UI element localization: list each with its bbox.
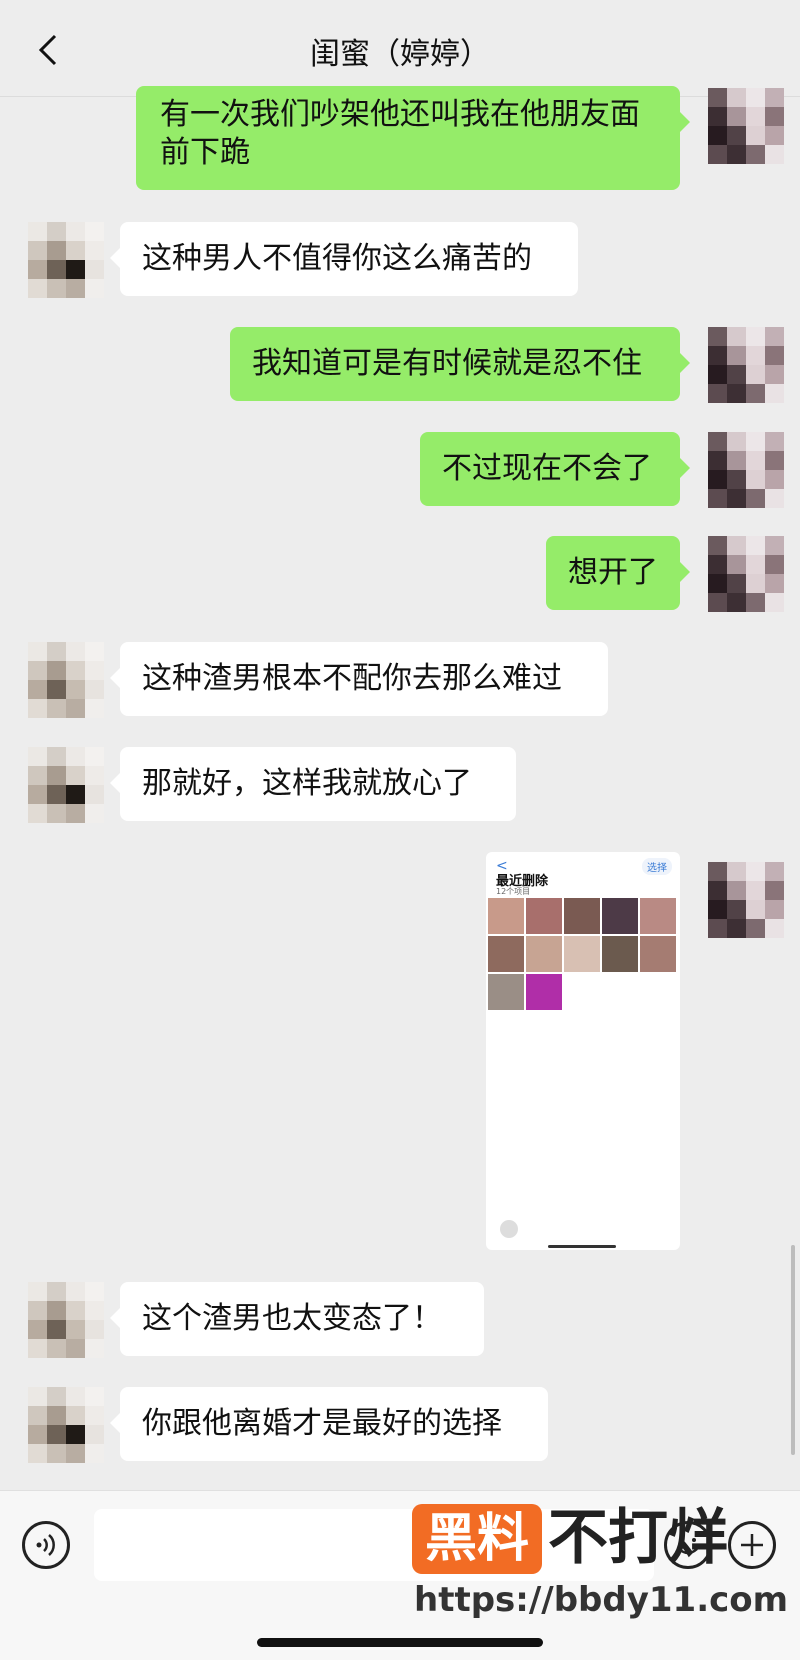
mini-circle-icon xyxy=(500,1220,518,1238)
message-text: 不过现在不会了 xyxy=(442,451,652,486)
watermark-url: https://bbdy11.com xyxy=(414,1580,789,1620)
message-text: 这个渣男也太变态了！ xyxy=(142,1301,442,1336)
voice-button[interactable] xyxy=(22,1521,70,1569)
my-avatar[interactable] xyxy=(708,432,784,508)
mini-select-label: 选择 xyxy=(642,858,672,875)
thumbnail xyxy=(526,936,562,972)
message-text: 那就好，这样我就放心了 xyxy=(142,766,472,801)
plus-icon xyxy=(741,1534,763,1556)
thumbnail xyxy=(526,974,562,1010)
friend-avatar[interactable] xyxy=(28,222,104,298)
chat-title: 闺蜜（婷婷） xyxy=(310,37,490,72)
friend-avatar[interactable] xyxy=(28,642,104,718)
friend-avatar[interactable] xyxy=(28,1387,104,1463)
message-text: 你跟他离婚才是最好的选择 xyxy=(142,1406,502,1441)
watermark-logo: 黑料 xyxy=(412,1504,542,1574)
scrollbar[interactable] xyxy=(791,1245,795,1455)
message-bubble-received[interactable]: 你跟他离婚才是最好的选择 xyxy=(110,1387,548,1461)
mini-home-indicator xyxy=(548,1245,616,1248)
friend-avatar[interactable] xyxy=(28,1282,104,1358)
message-bubble-sent[interactable]: 我知道可是有时候就是忍不住 xyxy=(230,327,690,401)
message-text: 这种男人不值得你这么痛苦的 xyxy=(142,241,532,276)
message-bubble-received[interactable]: 这种男人不值得你这么痛苦的 xyxy=(110,222,578,296)
message-text: 有一次我们吵架他还叫我在他朋友面 xyxy=(160,97,640,132)
my-avatar[interactable] xyxy=(708,536,784,612)
message-bubble-sent[interactable]: 有一次我们吵架他还叫我在他朋友面 前下跪 xyxy=(136,86,690,190)
mini-album-subtitle: 12个项目 xyxy=(496,887,531,896)
voice-icon xyxy=(36,1534,55,1556)
thumbnail xyxy=(488,936,524,972)
message-text: 前下跪 xyxy=(160,135,250,170)
thumbnail xyxy=(526,898,562,934)
chat-header: 闺蜜（婷婷） xyxy=(0,0,800,97)
my-avatar[interactable] xyxy=(708,327,784,403)
thumbnail xyxy=(640,898,676,934)
message-text: 我知道可是有时候就是忍不住 xyxy=(252,346,642,381)
friend-avatar[interactable] xyxy=(28,747,104,823)
thumbnail xyxy=(564,898,600,934)
message-bubble-sent[interactable]: 不过现在不会了 xyxy=(420,432,690,506)
home-indicator xyxy=(257,1638,543,1647)
message-bubble-received[interactable]: 这个渣男也太变态了！ xyxy=(110,1282,484,1356)
watermark-text: 不打烊 xyxy=(548,1503,728,1573)
image-message[interactable]: < 选择 最近删除 12个项目 xyxy=(486,852,680,1250)
thumbnail xyxy=(602,898,638,934)
my-avatar[interactable] xyxy=(708,88,784,164)
message-text: 想开了 xyxy=(568,555,658,590)
my-avatar[interactable] xyxy=(708,862,784,938)
message-text: 这种渣男根本不配你去那么难过 xyxy=(142,661,562,696)
message-bubble-sent[interactable]: 想开了 xyxy=(546,536,690,610)
message-bubble-received[interactable]: 那就好，这样我就放心了 xyxy=(110,747,516,821)
thumbnail xyxy=(640,936,676,972)
thumbnail xyxy=(564,936,600,972)
message-bubble-received[interactable]: 这种渣男根本不配你去那么难过 xyxy=(110,642,608,716)
more-button[interactable] xyxy=(728,1521,776,1569)
thumbnail xyxy=(602,936,638,972)
thumbnail xyxy=(488,974,524,1010)
thumbnail xyxy=(488,898,524,934)
